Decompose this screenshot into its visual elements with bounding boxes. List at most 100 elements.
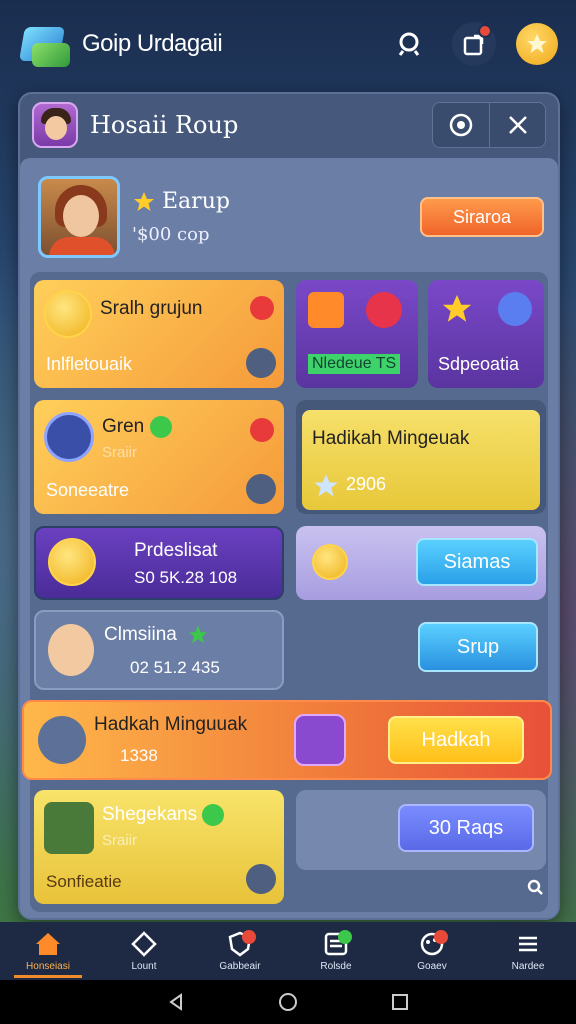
card-value: 1338 — [120, 746, 158, 765]
nav-item-goaev[interactable]: Goaev — [384, 922, 480, 980]
panel-body: Earup '$00 cop Siraroa Sralh grujun Inlf… — [20, 158, 558, 918]
search-icon — [398, 32, 420, 56]
card-nledeue[interactable]: Nledeue TS — [296, 280, 418, 388]
srup-button[interactable]: Srup — [418, 622, 538, 672]
nav-item-home[interactable]: Honseiasi — [0, 922, 96, 980]
check-icon — [149, 416, 172, 438]
card-siamas[interactable]: Siamas — [296, 526, 546, 600]
nav-label: Gabbeair — [219, 960, 261, 972]
hadkah-button[interactable]: Hadkah — [388, 716, 524, 764]
card-tag: Nledeue TS — [308, 354, 401, 374]
cards-grid: Sralh grujun Inlfletouaik Nledeue TS Sdp… — [22, 272, 552, 912]
group-avatar — [32, 102, 78, 148]
profile-balance: '$00 cop — [132, 224, 210, 245]
card-sralh[interactable]: Sralh grujun Inlfletouaik — [34, 280, 284, 388]
card-title: Prdeslisat — [134, 540, 218, 561]
top-bar: Goip Urdagaii — [0, 0, 576, 88]
star-icon — [134, 191, 154, 211]
profile-name: Earup — [162, 189, 230, 214]
upload-icon[interactable] — [246, 474, 276, 504]
star-icon — [188, 625, 208, 644]
card-subtitle: Sdpeoatia — [438, 354, 520, 374]
card-shegekans[interactable]: Shegekans Sraiir Sonfieatie — [34, 790, 284, 904]
profile-avatar[interactable] — [38, 176, 120, 258]
recents-icon[interactable] — [390, 992, 410, 1012]
nav-item-lount[interactable]: Lount — [96, 922, 192, 980]
siamas-button[interactable]: Siamas — [416, 538, 538, 586]
card-raqs[interactable]: 30 Raqs — [296, 790, 546, 870]
card-title-text: Clmsiina — [104, 624, 177, 645]
nav-item-nardee[interactable]: Nardee — [480, 922, 576, 980]
card-hadkah-banner[interactable]: Hadkah Minguuak 1338 Hadkah — [22, 700, 552, 780]
camera-button[interactable] — [433, 103, 489, 147]
character-avatar — [44, 412, 94, 462]
share-button[interactable] — [452, 22, 496, 66]
card-subtitle: Inlfletouaik — [46, 354, 133, 374]
search-icon[interactable] — [526, 878, 544, 896]
profile-action-button[interactable]: Siraroa — [420, 197, 544, 237]
check-icon — [250, 296, 274, 320]
bottom-nav: Honseiasi Lount Gabbeair Rolsde Goaev Na… — [0, 922, 576, 980]
card-sdpeoatia[interactable]: Sdpeoatia — [428, 280, 544, 388]
card-hadikah[interactable]: Hadikah Mingeuak 2906 — [296, 400, 546, 514]
character-badge — [294, 714, 346, 766]
home-icon — [36, 932, 60, 955]
nav-label: Lount — [131, 960, 157, 972]
nav-label: Honseiasi — [26, 960, 70, 972]
close-icon — [508, 116, 527, 134]
card-clmsiina[interactable]: Clmsiina 02 51.2 435 — [34, 610, 284, 690]
notification-badge — [434, 930, 448, 944]
card-title: Gren — [102, 416, 145, 438]
remove-icon[interactable] — [250, 418, 274, 442]
nav-label: Goaev — [417, 960, 447, 972]
coin-star-icon — [44, 290, 92, 338]
app-logo — [18, 17, 72, 71]
card-faded-label: Sraiir — [102, 444, 138, 461]
nav-item-gabbeair[interactable]: Gabbeair — [192, 922, 288, 980]
heart-badge-icon — [366, 292, 402, 328]
nav-item-rolsde[interactable]: Rolsde — [288, 922, 384, 980]
card-title: Hadikah Mingeuak — [312, 428, 470, 449]
diamond-icon — [131, 930, 157, 957]
card-title: Hadkah Minguuak — [94, 714, 248, 735]
card-value: 02 51.2 435 — [130, 658, 220, 677]
coin-icon — [48, 538, 96, 586]
card-gren[interactable]: Gren Sraiir Soneeatre — [34, 400, 284, 514]
card-faded-label: Sraiir — [102, 832, 138, 849]
character-avatar — [44, 802, 94, 854]
card-prdeslisat[interactable]: Prdeslisat S0 5K.28 108 — [34, 526, 284, 600]
card-title: Shegekans — [102, 804, 198, 826]
upload-icon[interactable] — [246, 348, 276, 378]
notification-badge — [338, 930, 352, 944]
notification-badge — [242, 930, 256, 944]
card-title: Clmsiina — [104, 624, 209, 646]
close-button[interactable] — [489, 103, 545, 147]
check-badge-icon — [498, 292, 532, 326]
gear-character-icon — [38, 716, 86, 764]
nav-label: Nardee — [511, 960, 545, 972]
star-icon — [527, 34, 547, 53]
check-icon — [202, 804, 225, 826]
group-panel: Hosaii Roup Earup '$00 cop Siraroa Sralh… — [18, 92, 560, 920]
card-value: 2906 — [346, 474, 387, 494]
notification-badge — [478, 24, 492, 38]
gift-box-icon — [308, 292, 344, 328]
back-icon[interactable] — [166, 992, 186, 1012]
panel-header: Hosaii Roup — [20, 94, 558, 156]
star-icon — [314, 474, 338, 497]
raqs-button[interactable]: 30 Raqs — [398, 804, 534, 852]
character-avatar — [48, 624, 94, 676]
menu-icon — [519, 936, 537, 951]
system-nav-bar — [0, 980, 576, 1024]
panel-title: Hosaii Roup — [90, 111, 239, 139]
upload-icon[interactable] — [246, 864, 276, 894]
profile-row: Earup '$00 cop Siraroa — [38, 172, 544, 262]
premium-button[interactable] — [516, 23, 558, 65]
card-subtitle: Sonfieatie — [46, 872, 122, 891]
nav-label: Rolsde — [320, 960, 352, 972]
search-button[interactable] — [388, 22, 432, 66]
home-circle-icon[interactable] — [277, 991, 299, 1013]
card-title: Sralh grujun — [100, 298, 203, 319]
star-icon — [442, 294, 472, 322]
card-subtitle: Soneeatre — [46, 480, 130, 500]
